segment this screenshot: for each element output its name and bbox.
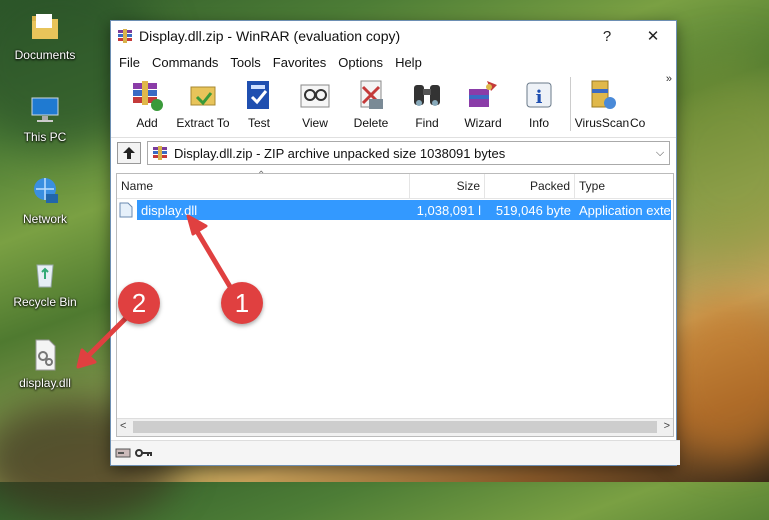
column-header-type[interactable]: Type [575, 174, 673, 198]
delete-icon [360, 80, 383, 109]
file-packed-cell: 519,046 byte [485, 200, 575, 220]
view-label: View [302, 116, 328, 130]
desktop-icon-label: Recycle Bin [13, 295, 77, 309]
desktop-icon-recycle-bin[interactable]: Recycle Bin [10, 257, 80, 309]
comment-icon [630, 77, 654, 113]
find-icon [414, 85, 440, 106]
find-label: Find [415, 116, 439, 130]
test-button[interactable]: Test [231, 73, 287, 135]
menu-commands[interactable]: Commands [146, 55, 224, 70]
chevron-down-icon[interactable]: ⌵ [651, 147, 669, 160]
menu-help[interactable]: Help [389, 55, 428, 70]
desktop-icon-label: display.dll [19, 376, 71, 390]
status-bar [111, 440, 680, 465]
delete-label: Delete [353, 116, 389, 130]
desktop-icon-label: Network [22, 212, 67, 226]
scroll-thumb[interactable] [133, 421, 657, 433]
extract-to-button[interactable]: Extract To [175, 73, 231, 135]
add-label: Add [136, 116, 158, 130]
window-title: Display.dll.zip - WinRAR (evaluation cop… [139, 28, 401, 44]
find-button[interactable]: Find [399, 73, 455, 135]
info-icon: i [526, 82, 552, 108]
virusscan-label: VirusScan [574, 116, 630, 130]
comment-label: Co [630, 116, 646, 130]
title-bar[interactable]: Display.dll.zip - WinRAR (evaluation cop… [111, 21, 676, 51]
callout-badge-1: 1 [221, 282, 263, 324]
test-label: Test [247, 116, 270, 130]
wizard-label: Wizard [464, 116, 502, 130]
close-button[interactable]: ✕ [630, 21, 676, 51]
winrar-window: Display.dll.zip - WinRAR (evaluation cop… [110, 20, 680, 466]
file-name-cell[interactable]: display.dll [137, 200, 410, 220]
help-button[interactable]: ? [584, 21, 630, 51]
delete-button[interactable]: Delete [343, 73, 399, 135]
address-bar: Display.dll.zip - ZIP archive unpacked s… [111, 138, 676, 168]
desktop-icon-this-pc[interactable]: This PC [10, 92, 80, 144]
virusscan-button[interactable]: VirusScan [574, 73, 630, 135]
file-size-cell: 1,038,091 l [410, 200, 485, 220]
up-arrow-icon [123, 147, 135, 159]
view-icon [300, 84, 330, 108]
callout-badge-2: 2 [118, 282, 160, 324]
recycle-bin-icon [28, 257, 62, 291]
menu-options[interactable]: Options [332, 55, 389, 70]
extract-to-label: Extract To [176, 116, 230, 130]
extract-icon [190, 86, 216, 106]
drive-icon[interactable] [115, 447, 131, 459]
menu-tools[interactable]: Tools [224, 55, 266, 70]
column-header-size[interactable]: Size [410, 174, 485, 198]
menu-file[interactable]: File [113, 55, 146, 70]
menu-favorites[interactable]: Favorites [267, 55, 332, 70]
desktop-icon-documents[interactable]: Documents [10, 10, 80, 62]
file-list: Name ⌃ Size Packed Type display.dll 1,03… [116, 170, 674, 437]
desktop-icon-display-dll[interactable]: display.dll [10, 338, 80, 390]
toolbar-separator [570, 77, 571, 131]
desktop-icon-network[interactable]: Network [10, 174, 80, 226]
computer-icon [28, 92, 62, 126]
file-type-cell: Application exte [575, 200, 671, 220]
up-folder-button[interactable] [117, 142, 141, 164]
desktop-icon-label: This PC [23, 130, 67, 144]
test-icon [247, 81, 269, 109]
table-row[interactable]: display.dll 1,038,091 l 519,046 byte App… [117, 200, 671, 220]
menu-bar: File Commands Tools Favorites Options He… [111, 51, 676, 73]
horizontal-scrollbar[interactable]: < > [117, 418, 673, 436]
folder-icon [28, 10, 62, 44]
desktop-icon-label: Documents [14, 48, 76, 62]
dll-file-icon [28, 338, 62, 372]
archive-path-text: Display.dll.zip - ZIP archive unpacked s… [174, 145, 506, 161]
wizard-button[interactable]: Wizard [455, 73, 511, 135]
info-button[interactable]: i Info [511, 73, 567, 135]
virusscan-icon [591, 80, 616, 109]
winrar-app-icon [118, 29, 132, 43]
key-icon[interactable] [135, 447, 153, 459]
toolbar-overflow-chevron[interactable]: » [666, 73, 672, 85]
sort-indicator-icon: ⌃ [257, 170, 266, 181]
archive-path-combobox[interactable]: Display.dll.zip - ZIP archive unpacked s… [147, 141, 670, 165]
comment-button[interactable]: Co [630, 73, 654, 135]
wizard-icon [469, 81, 497, 107]
toolbar: Add Extract To Test View Delete Find Wiz… [111, 73, 676, 138]
info-label: Info [528, 116, 549, 130]
column-header-packed[interactable]: Packed [485, 174, 575, 198]
svg-text:i: i [536, 87, 543, 108]
column-header-row: Name ⌃ Size Packed Type [117, 170, 673, 199]
view-button[interactable]: View [287, 73, 343, 135]
network-icon [28, 174, 62, 208]
add-archive-icon [133, 81, 163, 111]
dll-file-icon [117, 200, 137, 220]
scroll-right-button[interactable]: > [664, 420, 670, 432]
scroll-left-button[interactable]: < [120, 420, 126, 432]
column-header-name[interactable]: Name ⌃ [117, 170, 410, 198]
add-button[interactable]: Add [119, 73, 175, 135]
archive-icon [153, 146, 167, 160]
